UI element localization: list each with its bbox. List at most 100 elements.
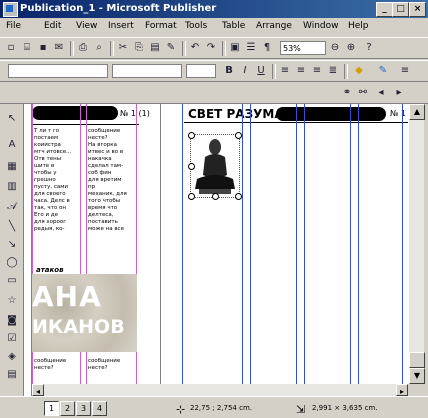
page-tab-4[interactable]: 4 xyxy=(92,401,107,416)
select-pointer-icon[interactable]: ↖ xyxy=(5,112,19,126)
selected-picture-frame[interactable] xyxy=(188,132,242,200)
align-left-icon[interactable]: ≡ xyxy=(278,64,292,78)
copy-icon[interactable]: ⎘ xyxy=(132,41,146,55)
cut-icon[interactable]: ✂ xyxy=(116,41,130,55)
show-formatting-icon[interactable]: ¶ xyxy=(260,41,274,55)
margin-guide xyxy=(402,104,403,384)
create-link-icon[interactable]: ⚭ xyxy=(340,86,354,100)
menu-insert[interactable]: Insert xyxy=(108,21,134,31)
right-text-column[interactable]: сообщение несте? На вгорка итвес и во в … xyxy=(88,128,134,262)
horizontal-scrollbar[interactable]: ◂ ▸ xyxy=(32,384,408,396)
paste-icon[interactable]: ▤ xyxy=(148,41,162,55)
page-tab-3[interactable]: 3 xyxy=(76,401,91,416)
print-preview-icon[interactable]: ⌕ xyxy=(92,41,106,55)
menu-file[interactable]: File xyxy=(6,21,21,31)
right-page-title[interactable]: СВЕТ РАЗУМА xyxy=(188,107,284,121)
rectangle-tool-icon[interactable]: ▭ xyxy=(5,274,19,288)
page-tab-1[interactable]: 1 xyxy=(44,401,59,416)
font-size-combo[interactable] xyxy=(186,64,216,78)
font-combo[interactable] xyxy=(112,64,182,78)
resize-handle[interactable] xyxy=(188,163,195,170)
align-right-icon[interactable]: ≡ xyxy=(310,64,324,78)
justify-icon[interactable]: ≣ xyxy=(326,64,340,78)
autoshapes-icon[interactable]: ☆ xyxy=(5,294,19,308)
previous-frame-icon[interactable]: ◂ xyxy=(374,86,388,100)
column-guide xyxy=(358,104,359,384)
new-icon[interactable]: ▫ xyxy=(4,41,18,55)
vertical-ruler xyxy=(24,104,32,396)
columns-icon[interactable]: ☰ xyxy=(244,41,258,55)
hot-spot-icon[interactable]: ◙ xyxy=(5,314,19,328)
text-box-icon[interactable]: A xyxy=(5,138,19,152)
stone-texture-image[interactable]: АНА ИКАНОВ xyxy=(32,274,137,352)
menu-edit[interactable]: Edit xyxy=(44,21,61,31)
left-text-column[interactable]: Т ли т го постаем коиистра мтч итовсе...… xyxy=(34,128,78,262)
left-header-number: № 1 (1) xyxy=(120,109,150,118)
publisher-app-icon[interactable] xyxy=(3,2,18,17)
design-gallery-icon[interactable]: ▤ xyxy=(5,368,19,382)
resize-handle[interactable] xyxy=(188,132,195,139)
right-header-bar xyxy=(276,107,386,121)
undo-icon[interactable]: ↶ xyxy=(188,41,202,55)
save-icon[interactable]: ▪ xyxy=(36,41,50,55)
vertical-scrollbar[interactable]: ▲ ▼ xyxy=(408,104,425,384)
zoom-out-icon[interactable]: ⊖ xyxy=(328,41,342,55)
big-text-line2: ИКАНОВ xyxy=(32,316,125,338)
html-fragment-icon[interactable]: ◈ xyxy=(5,350,19,364)
resize-handle[interactable] xyxy=(188,193,195,200)
column-guide xyxy=(242,104,243,384)
menu-table[interactable]: Table xyxy=(222,21,245,31)
table-frame-icon[interactable]: ▥ xyxy=(5,180,19,194)
print-icon[interactable]: ⎙ xyxy=(76,41,90,55)
scroll-down-button[interactable]: ▼ xyxy=(409,368,425,384)
minimize-button[interactable]: _ xyxy=(376,2,393,17)
italic-icon[interactable]: I xyxy=(238,64,252,78)
oval-tool-icon[interactable]: ◯ xyxy=(5,256,19,270)
picture-frame-icon[interactable]: ▦ xyxy=(5,160,19,174)
format-painter-icon[interactable]: ✎ xyxy=(164,41,178,55)
scroll-left-button[interactable]: ◂ xyxy=(32,384,44,396)
object-position: 22,75 ; 2,754 cm. xyxy=(190,404,253,412)
menu-help[interactable]: Help xyxy=(348,21,369,31)
insert-picture-icon[interactable]: ▣ xyxy=(228,41,242,55)
menu-tools[interactable]: Tools xyxy=(185,21,207,31)
bottom-text-left[interactable]: сообщение несте? xyxy=(34,358,78,382)
resize-handle[interactable] xyxy=(235,132,242,139)
menu-format[interactable]: Format xyxy=(145,21,177,31)
line-tool-icon[interactable]: ╲ xyxy=(5,220,19,234)
break-link-icon[interactable]: ⚯ xyxy=(356,86,370,100)
publication-workspace[interactable]: № 1 (1) Т ли т го постаем коиистра мтч и… xyxy=(32,104,408,384)
zoom-in-icon[interactable]: ⊕ xyxy=(344,41,358,55)
scroll-right-button[interactable]: ▸ xyxy=(396,384,408,396)
redo-icon[interactable]: ↷ xyxy=(204,41,218,55)
bottom-text-right[interactable]: сообщение несте? xyxy=(88,358,134,382)
right-header-number: № 1 xyxy=(390,109,406,118)
wordart-icon[interactable]: 𝒜 xyxy=(5,200,19,214)
open-icon[interactable]: ⌸ xyxy=(20,41,34,55)
help-icon[interactable]: ? xyxy=(362,41,376,55)
resize-handle[interactable] xyxy=(212,193,219,200)
close-button[interactable]: × xyxy=(409,2,426,17)
menu-window[interactable]: Window xyxy=(303,21,339,31)
email-icon[interactable]: ✉ xyxy=(52,41,66,55)
page-tab-2[interactable]: 2 xyxy=(60,401,75,416)
line-color-icon[interactable]: ✎ xyxy=(376,64,390,78)
toolbar-separator xyxy=(344,64,348,79)
arrow-tool-icon[interactable]: ↘ xyxy=(5,238,19,252)
menu-arrange[interactable]: Arrange xyxy=(256,21,292,31)
zoom-combo[interactable]: 53% xyxy=(280,41,326,55)
resize-handle[interactable] xyxy=(235,193,242,200)
next-frame-icon[interactable]: ▸ xyxy=(392,86,406,100)
form-control-icon[interactable]: ☑ xyxy=(5,332,19,346)
bold-icon[interactable]: B xyxy=(222,64,236,78)
underline-icon[interactable]: U xyxy=(254,64,268,78)
fill-color-icon[interactable]: ◆ xyxy=(352,64,366,78)
menu-view[interactable]: View xyxy=(76,21,97,31)
line-style-icon[interactable]: ≡ xyxy=(398,64,412,78)
align-center-icon[interactable]: ≡ xyxy=(294,64,308,78)
maximize-button[interactable]: □ xyxy=(392,2,409,17)
scroll-up-button[interactable]: ▲ xyxy=(409,104,425,120)
size-icon: ⇲ xyxy=(296,403,306,416)
style-combo[interactable] xyxy=(8,64,108,78)
scroll-thumb[interactable] xyxy=(409,352,425,368)
